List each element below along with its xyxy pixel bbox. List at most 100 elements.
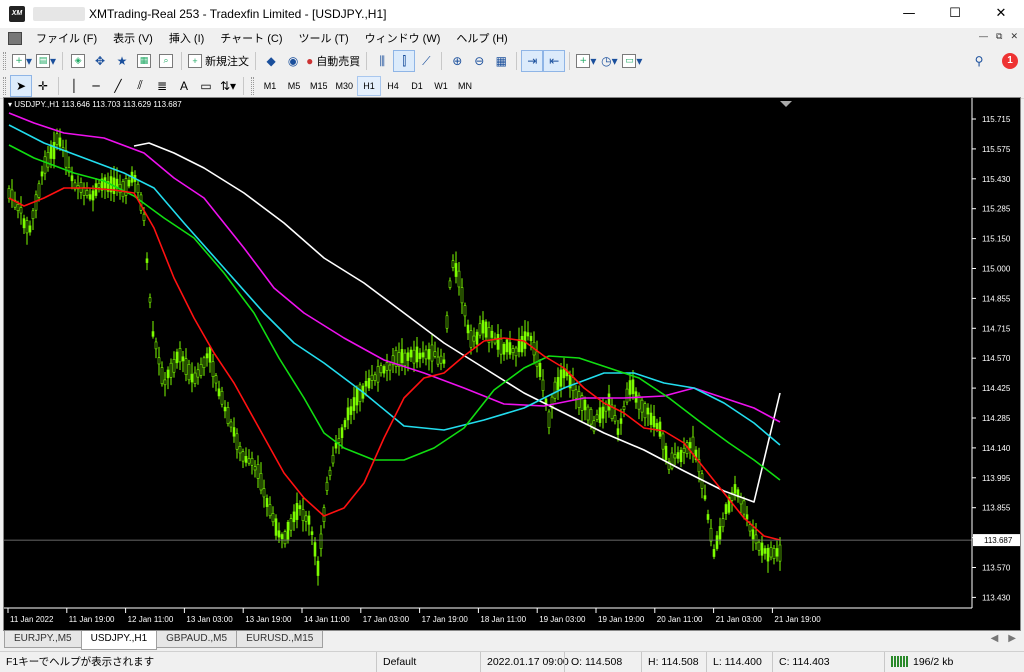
price-chart[interactable]: 115.715 115.575 115.430 115.285 115.150 115.0… [3,97,1021,631]
metaeditor-icon[interactable]: ◆ [260,50,282,72]
fibonacci-icon[interactable]: ≣ [151,75,173,97]
candle-body [337,438,341,443]
candle-body [442,359,446,364]
menu-file[interactable]: ファイル (F) [28,30,105,46]
chart-shift-icon[interactable]: ⇤ [543,50,566,72]
toolbar-grip[interactable] [251,76,254,95]
candle-body [421,352,425,358]
profiles-icon[interactable]: ▤ ▾ [34,50,58,72]
periods-icon[interactable]: ◷▾ [598,50,620,72]
candle-body [523,331,527,349]
zoom-in-icon[interactable]: ⊕ [446,50,468,72]
menu-window[interactable]: ウィンドウ (W) [357,30,449,46]
candle-body [520,335,524,353]
tf-h4[interactable]: H4 [381,76,405,96]
candle-body [310,531,314,535]
text-icon[interactable]: A [173,75,195,97]
candle-body [349,406,353,415]
minimize-button[interactable]: — [886,0,932,28]
terminal-icon[interactable]: ▦ [133,50,155,72]
tab-gbpaud-m5[interactable]: GBPAUD.,M5 [156,631,238,648]
tab-scroll-left-icon[interactable]: ◀ [991,633,999,644]
tf-w1[interactable]: W1 [429,76,453,96]
menu-charts[interactable]: チャート (C) [212,30,290,46]
equidistant-channel-icon[interactable]: ⫽ [129,75,151,97]
candle-body [754,534,758,544]
vertical-line-icon[interactable]: │ [63,75,85,97]
menu-insert[interactable]: 挿入 (I) [161,30,212,46]
zoom-out-icon[interactable]: ⊖ [468,50,490,72]
data-window-icon[interactable]: ✥ [89,50,111,72]
candle-body [547,411,551,428]
indicators-icon[interactable]: + ▾ [574,50,598,72]
search-icon[interactable]: ⚲ [968,50,990,72]
menu-view[interactable]: 表示 (V) [105,30,161,46]
candle-body [178,348,182,363]
toolbar-grip[interactable] [3,52,6,70]
candle-body [598,407,602,423]
tf-m5[interactable]: M5 [282,76,306,96]
candle-body [136,183,140,194]
menu-help[interactable]: ヘルプ (H) [448,30,515,46]
candlestick-chart-icon[interactable]: ⫿ [393,50,416,72]
chart-window-icon[interactable] [8,31,22,45]
bar-chart-icon[interactable]: ⫼ [371,50,393,72]
tab-usdjpy-h1[interactable]: USDJPY.,H1 [80,631,158,650]
menu-tools[interactable]: ツール (T) [291,30,357,46]
new-order-button[interactable]: + 新規注文 [186,50,251,72]
candle-body [418,352,422,359]
candle-body [49,144,53,159]
mdi-restore-button[interactable]: ⧉ [996,31,1002,42]
close-button[interactable]: ✕ [978,0,1024,28]
toolbar-separator [441,52,443,70]
toolbar-separator [516,52,518,70]
candle-body [7,188,11,199]
candle-body [274,518,278,536]
mdi-close-button[interactable]: ✕ [1010,31,1018,42]
signals-icon[interactable]: ◉ [282,50,304,72]
tf-mn[interactable]: MN [453,76,477,96]
market-watch-icon[interactable]: ◈ [67,50,89,72]
candle-body [64,150,68,168]
navigator-icon[interactable]: ★ [111,50,133,72]
tab-eurusd-m15[interactable]: EURUSD.,M15 [236,631,324,648]
price-label: 114.715 [982,324,1011,333]
toolbar-grip[interactable] [3,76,6,95]
cursor-icon[interactable]: ➤ [10,74,32,97]
status-profile: Default [376,651,480,672]
tf-m15[interactable]: M15 [306,76,332,96]
text-label-icon[interactable]: ▭ [195,75,217,97]
candle-body [220,390,224,405]
trendline-icon[interactable]: ╱ [107,75,129,97]
candle-body [172,359,176,373]
new-chart-icon[interactable]: + ▾ [10,50,34,72]
tf-h1[interactable]: H1 [357,75,382,96]
tf-m1[interactable]: M1 [258,76,282,96]
tf-d1[interactable]: D1 [405,76,429,96]
candle-body [343,420,347,428]
mdi-minimize-button[interactable]: — [979,31,988,42]
line-chart-icon[interactable]: ⟋ [415,50,437,72]
candle-body [484,321,488,338]
auto-trading-button[interactable]: ● 自動売買 [304,50,362,72]
candle-body [622,406,626,410]
chart-canvas[interactable]: 115.715 115.575 115.430 115.285 115.150 115.0… [4,98,1021,631]
horizontal-line-icon[interactable]: ─ [85,75,107,97]
notification-badge[interactable]: 1 [1002,53,1018,69]
tile-windows-icon[interactable]: ▦ [490,50,512,72]
arrows-icon[interactable]: ⇅▾ [217,75,239,97]
templates-icon[interactable]: ▭ ▾ [620,50,644,72]
strategy-tester-icon[interactable]: ⌕ [155,50,177,72]
candle-body [235,433,239,450]
tab-scroll-right-icon[interactable]: ▶ [1008,633,1016,644]
shift-marker-icon[interactable] [780,101,792,107]
maximize-button[interactable]: ☐ [932,0,978,28]
tab-eurjpy-m5[interactable]: EURJPY.,M5 [4,631,82,648]
candle-body [553,381,557,399]
auto-scroll-icon[interactable]: ⇥ [521,50,544,72]
candle-body [328,469,332,476]
candle-body [712,549,716,557]
candle-body [451,260,455,268]
tf-m30[interactable]: M30 [332,76,358,96]
crosshair-icon[interactable]: ✛ [32,75,54,97]
